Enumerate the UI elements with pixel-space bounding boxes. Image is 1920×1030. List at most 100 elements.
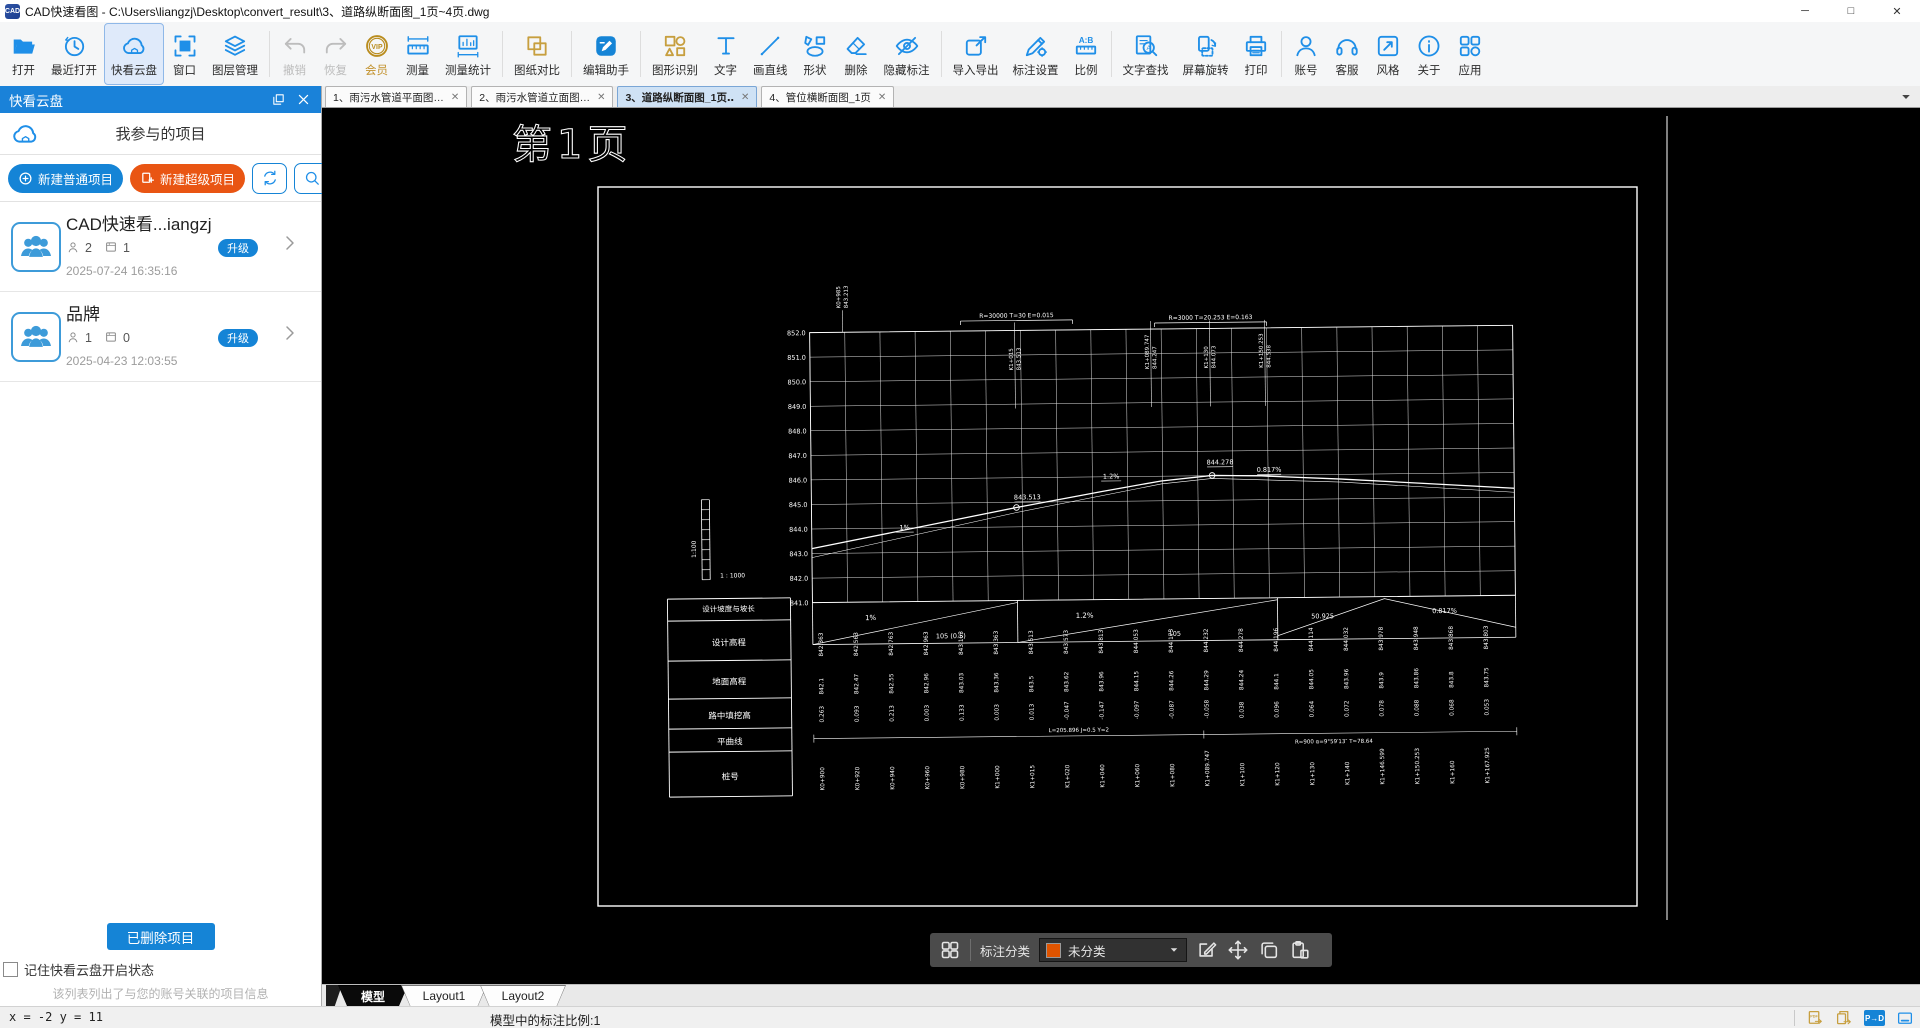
svg-text:K1+150.253: K1+150.253 bbox=[1415, 748, 1421, 785]
tab-close-icon[interactable]: ✕ bbox=[597, 92, 605, 103]
svg-text:0.003: 0.003 bbox=[925, 704, 931, 721]
undo-icon bbox=[281, 33, 308, 60]
toolbar-button-measure[interactable]: 测量 bbox=[397, 23, 438, 85]
toolbar-button-about[interactable]: 关于 bbox=[1409, 23, 1450, 85]
document-tab-1[interactable]: 1、雨污水管道平面图…✕ bbox=[325, 86, 467, 107]
move-icon[interactable] bbox=[1227, 939, 1249, 961]
tab-close-icon[interactable]: ✕ bbox=[878, 92, 886, 103]
deleted-projects-button[interactable]: 已删除项目 bbox=[107, 923, 215, 950]
toolbar-button-style[interactable]: 风格 bbox=[1368, 23, 1409, 85]
svg-text:K1+140: K1+140 bbox=[1345, 761, 1351, 785]
document-tab-label: 4、管位横断面图_1页 bbox=[769, 90, 871, 105]
toolbar-button-draw-line[interactable]: 画直线 bbox=[746, 23, 795, 85]
annotation-scale-status: 模型中的标注比例:1 bbox=[490, 1010, 600, 1029]
toolbar-button-layer-manager[interactable]: 图层管理 bbox=[205, 23, 265, 85]
toolbar-button-import-export[interactable]: 导入导出 bbox=[946, 23, 1006, 85]
toolbar-button-drawing-compare[interactable]: 图纸对比 bbox=[507, 23, 567, 85]
toolbar-button-support[interactable]: 客服 bbox=[1327, 23, 1368, 85]
elevation-axis: 852.0851.0850.0849.0848.0847.0846.0845.0… bbox=[787, 329, 809, 607]
text-search-icon: A bbox=[1132, 33, 1159, 60]
svg-text:0.072: 0.072 bbox=[1345, 700, 1351, 717]
redo-icon bbox=[322, 33, 349, 60]
tab-close-icon[interactable]: ✕ bbox=[451, 92, 459, 103]
panel-close-icon[interactable] bbox=[296, 92, 312, 108]
svg-text:843.868: 843.868 bbox=[1449, 626, 1455, 650]
toolbar-button-hide-annotations[interactable]: 隐藏标注 bbox=[877, 23, 937, 85]
sync-button[interactable] bbox=[252, 163, 287, 194]
new-super-project-button[interactable]: 新建超级项目 bbox=[130, 164, 245, 193]
edit-annotation-icon[interactable] bbox=[1196, 939, 1218, 961]
file-count: 0 bbox=[123, 331, 130, 345]
toolbar-button-edit-assistant[interactable]: 编辑助手 bbox=[576, 23, 636, 85]
minimize-button[interactable]: ─ bbox=[1782, 0, 1828, 22]
window-restore-icon[interactable] bbox=[1896, 1009, 1914, 1027]
tab-close-icon[interactable]: ✕ bbox=[741, 92, 749, 103]
toolbar-button-shapes[interactable]: 形状 bbox=[795, 23, 836, 85]
tab-list-dropdown-button[interactable] bbox=[1899, 90, 1915, 104]
toolbar-button-window[interactable]: 窗口 bbox=[164, 23, 205, 85]
project-list-hint: 该列表列出了与您的账号关联的项目信息 bbox=[0, 985, 321, 1002]
project-item[interactable]: 品牌10升级2025-04-23 12:03:55 bbox=[0, 292, 321, 382]
main-toolbar: 打开最近打开快看云盘窗口图层管理撤销恢复VIP会员测量测量统计图纸对比编辑助手图… bbox=[0, 22, 1920, 87]
toolbar-button-print[interactable]: 打印 bbox=[1236, 23, 1277, 85]
statusbar: x = -2 y = 11 模型中的标注比例:1 PDF P→D bbox=[0, 1006, 1920, 1028]
toolbar-button-text[interactable]: 文字 bbox=[705, 23, 746, 85]
chevron-right-icon[interactable] bbox=[281, 230, 299, 256]
layout-tab-Layout2[interactable]: Layout2 bbox=[480, 985, 566, 1006]
svg-text:K1+160: K1+160 bbox=[1450, 760, 1456, 784]
toolbar-button-open[interactable]: 打开 bbox=[3, 23, 44, 85]
annotation-category-dropdown[interactable]: 未分类 bbox=[1039, 938, 1187, 962]
document-tab-4[interactable]: 4、管位横断面图_1页 ✕ bbox=[761, 86, 894, 107]
toolbar-button-delete[interactable]: 删除 bbox=[836, 23, 877, 85]
svg-text:843.62: 843.62 bbox=[1064, 671, 1070, 692]
svg-text:843.513: 843.513 bbox=[1014, 493, 1041, 501]
toolbar-button-text-search[interactable]: A文字查找 bbox=[1116, 23, 1176, 85]
toolbar-button-undo[interactable]: 撤销 bbox=[274, 23, 315, 85]
category-grid-icon[interactable] bbox=[939, 939, 961, 961]
remember-checkbox[interactable] bbox=[3, 962, 18, 977]
svg-text:K0+900: K0+900 bbox=[820, 767, 826, 791]
paste-icon[interactable] bbox=[1289, 939, 1311, 961]
new-normal-project-button[interactable]: 新建普通项目 bbox=[8, 164, 123, 193]
chevron-right-icon[interactable] bbox=[281, 320, 299, 346]
upgrade-badge[interactable]: 升级 bbox=[218, 239, 258, 257]
document-tab-3[interactable]: 3、道路纵断面图_1页‥✕ bbox=[617, 86, 757, 107]
close-button[interactable]: ✕ bbox=[1874, 0, 1920, 22]
layout-tab-Layout1[interactable]: Layout1 bbox=[401, 985, 487, 1006]
svg-text:842.763: 842.763 bbox=[889, 631, 895, 655]
copy-icon[interactable] bbox=[1258, 939, 1280, 961]
toolbar-button-label: 画直线 bbox=[753, 62, 788, 78]
toolbar-button-scale[interactable]: A:B比例 bbox=[1066, 23, 1107, 85]
svg-text:842.1: 842.1 bbox=[819, 678, 825, 695]
undock-icon[interactable] bbox=[271, 92, 287, 108]
cad-drawing[interactable]: 第1页852.0851.0850.0849.0848.0847.0846.084… bbox=[322, 108, 1920, 984]
toolbar-button-measure-stats[interactable]: 测量统计 bbox=[438, 23, 498, 85]
toolbar-button-screen-rotate[interactable]: 屏幕旋转 bbox=[1176, 23, 1236, 85]
batch-pdf-icon[interactable] bbox=[1835, 1009, 1853, 1027]
toolbar-button-apps[interactable]: 应用 bbox=[1450, 23, 1491, 85]
drawing-canvas[interactable]: 第1页852.0851.0850.0849.0848.0847.0846.084… bbox=[322, 108, 1920, 984]
toolbar-button-label: 打开 bbox=[12, 62, 35, 78]
toolbar-button-shape-recognition[interactable]: 图形识别 bbox=[645, 23, 705, 85]
layout-tab-模型[interactable]: 模型 bbox=[338, 985, 408, 1006]
cloud-panel-header: 快看云盘 bbox=[0, 86, 321, 113]
vertical-curve-annotations: R=30000 T=30 E=0.015R=3000 T=20.253 E=0.… bbox=[836, 281, 1273, 411]
svg-text:844.278: 844.278 bbox=[1239, 628, 1245, 652]
toolbar-button-vip[interactable]: VIP会员 bbox=[356, 23, 397, 85]
project-item[interactable]: CAD快速看...iangzj21升级2025-07-24 16:35:16 bbox=[0, 202, 321, 292]
svg-text:842.963: 842.963 bbox=[924, 631, 930, 655]
toolbar-button-cloud-disk[interactable]: 快看云盘 bbox=[104, 23, 164, 85]
toolbar-button-redo[interactable]: 恢复 bbox=[315, 23, 356, 85]
maximize-button[interactable]: □ bbox=[1828, 0, 1874, 22]
pdf-to-dwg-button[interactable]: P→D bbox=[1864, 1010, 1885, 1026]
sync-icon bbox=[261, 169, 279, 187]
export-pdf-icon[interactable]: PDF bbox=[1806, 1009, 1824, 1027]
toolbar-button-account[interactable]: 账号 bbox=[1286, 23, 1327, 85]
toolbar-button-label: 窗口 bbox=[173, 62, 196, 78]
toolbar-button-recent-open[interactable]: 最近打开 bbox=[44, 23, 104, 85]
document-tab-2[interactable]: 2、雨污水管道立面图…✕ bbox=[471, 86, 613, 107]
upgrade-badge[interactable]: 升级 bbox=[218, 329, 258, 347]
plus-circle-icon bbox=[18, 171, 33, 186]
toolbar-button-annotation-settings[interactable]: 标注设置 bbox=[1006, 23, 1066, 85]
svg-text:0.093: 0.093 bbox=[855, 705, 861, 722]
